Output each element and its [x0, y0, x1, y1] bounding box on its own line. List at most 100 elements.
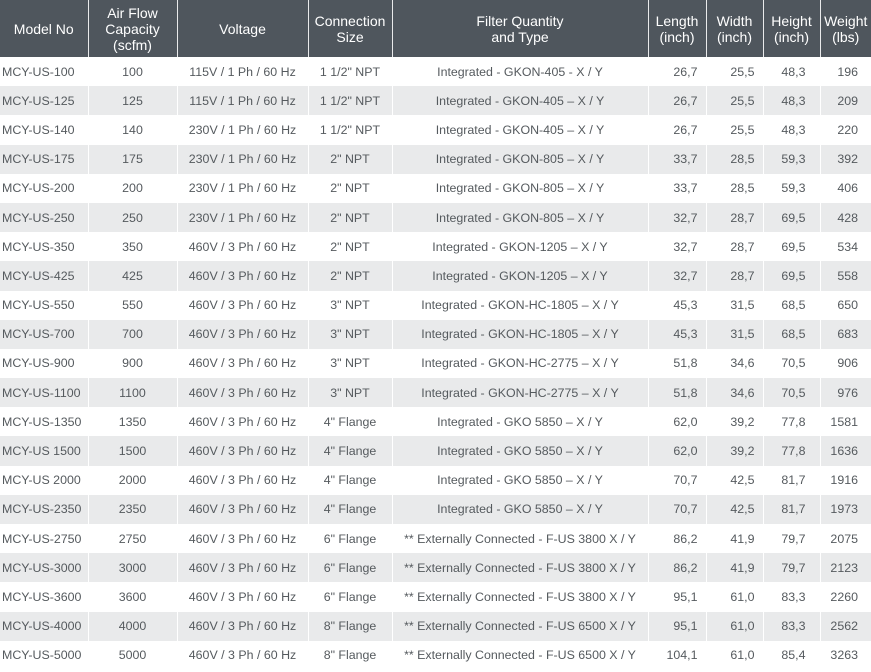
cell-weight: 683	[820, 319, 871, 349]
cell-filter: Integrated - GKON-HC-1805 – X / Y	[392, 319, 649, 349]
cell-voltage: 460V / 3 Ph / 60 Hz	[177, 640, 309, 670]
table-row: MCY-US-2750 2750 460V / 3 Ph / 60 Hz 6" Fla…	[0, 524, 871, 554]
cell-height: 83,3	[763, 611, 821, 641]
cell-airflow: 250	[88, 202, 178, 233]
cell-width: 34,6	[706, 348, 764, 379]
header-connection: Connection Size	[308, 0, 393, 57]
header-row: Model No Air Flow Capacity (scfm) Voltage …	[0, 0, 871, 57]
table-row: MCY-US-4000 4000 460V / 3 Ph / 60 Hz 8" Fla…	[0, 611, 871, 641]
cell-filter: Integrated - GKON-HC-2775 – X / Y	[392, 348, 649, 379]
cell-connection: 4" Flange	[308, 407, 393, 437]
cell-voltage: 460V / 3 Ph / 60 Hz	[177, 232, 309, 262]
cell-voltage: 230V / 1 Ph / 60 Hz	[177, 202, 309, 233]
cell-voltage: 460V / 3 Ph / 60 Hz	[177, 582, 309, 612]
cell-filter: Integrated - GKON-1205 – X / Y	[392, 232, 649, 262]
header-weight: Weight (lbs)	[820, 0, 871, 57]
cell-weight: 3263	[820, 640, 871, 670]
cell-weight: 2123	[820, 553, 871, 583]
cell-airflow: 700	[88, 319, 178, 349]
cell-airflow: 3000	[88, 553, 178, 583]
cell-connection: 4" Flange	[308, 465, 393, 495]
cell-airflow: 200	[88, 173, 178, 203]
cell-airflow: 2000	[88, 465, 178, 495]
cell-height: 69,5	[763, 232, 821, 262]
cell-length: 26,7	[648, 57, 707, 87]
cell-weight: 2075	[820, 524, 871, 554]
cell-width: 39,2	[706, 407, 764, 437]
cell-width: 39,2	[706, 436, 764, 466]
cell-connection: 6" Flange	[308, 582, 393, 612]
cell-filter: ** Externally Connected - F-US 6500 X / …	[392, 640, 649, 670]
table-row: MCY-US 1500 1500 460V / 3 Ph / 60 Hz 4" Fla…	[0, 436, 871, 466]
table-row: MCY-US-1350 1350 460V / 3 Ph / 60 Hz 4" Fla…	[0, 407, 871, 437]
cell-model: MCY-US-550	[0, 290, 89, 320]
table-row: MCY-US-3600 3600 460V / 3 Ph / 60 Hz 6" Fla…	[0, 582, 871, 612]
cell-connection: 1 1/2" NPT	[308, 115, 393, 145]
cell-width: 41,9	[706, 524, 764, 554]
cell-voltage: 460V / 3 Ph / 60 Hz	[177, 553, 309, 583]
cell-voltage: 115V / 1 Ph / 60 Hz	[177, 86, 309, 116]
cell-width: 61,0	[706, 611, 764, 641]
table-row: MCY-US-175 175 230V / 1 Ph / 60 Hz 2" NPT In…	[0, 144, 871, 174]
cell-height: 81,7	[763, 465, 821, 495]
cell-connection: 1 1/2" NPT	[308, 86, 393, 116]
cell-filter: Integrated - GKO 5850 – X / Y	[392, 465, 649, 495]
cell-voltage: 460V / 3 Ph / 60 Hz	[177, 494, 309, 524]
table-row: MCY-US 2000 2000 460V / 3 Ph / 60 Hz 4" Fla…	[0, 465, 871, 495]
cell-length: 26,7	[648, 86, 707, 116]
cell-width: 61,0	[706, 582, 764, 612]
cell-width: 31,5	[706, 290, 764, 320]
cell-weight: 196	[820, 57, 871, 87]
cell-length: 32,7	[648, 202, 707, 233]
cell-filter: Integrated - GKO 5850 – X / Y	[392, 407, 649, 437]
cell-model: MCY-US-3600	[0, 582, 89, 612]
cell-width: 31,5	[706, 319, 764, 349]
header-model: Model No	[0, 0, 89, 57]
table-row: MCY-US-1100 1100 460V / 3 Ph / 60 Hz 3" NPT…	[0, 378, 871, 408]
cell-weight: 650	[820, 290, 871, 320]
cell-connection: 6" Flange	[308, 524, 393, 554]
cell-length: 33,7	[648, 173, 707, 203]
cell-length: 45,3	[648, 319, 707, 349]
cell-voltage: 230V / 1 Ph / 60 Hz	[177, 115, 309, 145]
header-width: Width (inch)	[706, 0, 764, 57]
cell-model: MCY-US-100	[0, 57, 89, 87]
cell-model: MCY-US-425	[0, 261, 89, 291]
cell-airflow: 4000	[88, 611, 178, 641]
cell-airflow: 3600	[88, 582, 178, 612]
cell-voltage: 460V / 3 Ph / 60 Hz	[177, 261, 309, 291]
table-row: MCY-US-700 700 460V / 3 Ph / 60 Hz 3" NPT In…	[0, 319, 871, 349]
table-row: MCY-US-100 100 115V / 1 Ph / 60 Hz 1 1/2" N…	[0, 57, 871, 87]
cell-width: 25,5	[706, 57, 764, 87]
cell-airflow: 425	[88, 261, 178, 291]
cell-height: 48,3	[763, 86, 821, 116]
cell-connection: 3" NPT	[308, 348, 393, 379]
cell-height: 70,5	[763, 378, 821, 408]
cell-length: 26,7	[648, 115, 707, 145]
table-row: MCY-US-125 125 115V / 1 Ph / 60 Hz 1 1/2" N…	[0, 86, 871, 116]
cell-length: 62,0	[648, 436, 707, 466]
header-airflow: Air Flow Capacity (scfm)	[88, 0, 178, 57]
cell-weight: 2260	[820, 582, 871, 612]
cell-width: 28,7	[706, 232, 764, 262]
cell-filter: ** Externally Connected - F-US 6500 X / …	[392, 611, 649, 641]
cell-width: 41,9	[706, 553, 764, 583]
cell-airflow: 1100	[88, 378, 178, 408]
cell-connection: 3" NPT	[308, 319, 393, 349]
cell-voltage: 230V / 1 Ph / 60 Hz	[177, 144, 309, 174]
cell-height: 70,5	[763, 348, 821, 379]
cell-weight: 392	[820, 144, 871, 174]
cell-airflow: 100	[88, 57, 178, 87]
cell-model: MCY-US-1350	[0, 407, 89, 437]
cell-width: 25,5	[706, 86, 764, 116]
table-body: MCY-US-100 100 115V / 1 Ph / 60 Hz 1 1/2" N…	[0, 57, 871, 670]
cell-airflow: 2750	[88, 524, 178, 554]
cell-connection: 2" NPT	[308, 144, 393, 174]
cell-width: 28,5	[706, 144, 764, 174]
cell-height: 79,7	[763, 553, 821, 583]
cell-filter: ** Externally Connected - F-US 3800 X / …	[392, 524, 649, 554]
cell-height: 81,7	[763, 494, 821, 524]
cell-length: 104,1	[648, 640, 707, 670]
cell-length: 86,2	[648, 553, 707, 583]
cell-width: 28,5	[706, 173, 764, 203]
